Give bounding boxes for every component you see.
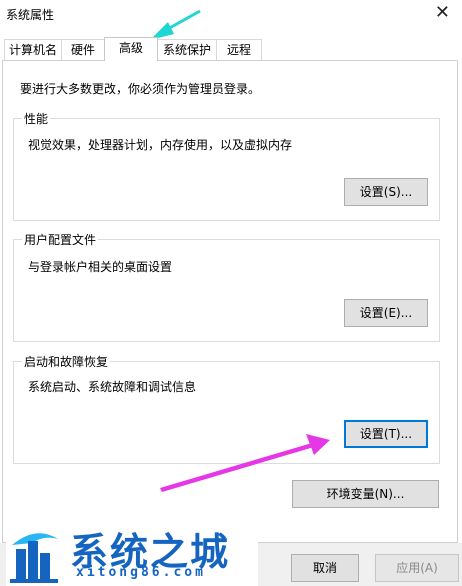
environment-variables-button[interactable]: 环境变量(N)... (292, 480, 439, 508)
performance-desc: 视觉效果，处理器计划，内存使用，以及虚拟内存 (28, 138, 293, 152)
watermark-url: xitong86.com (76, 565, 206, 580)
tab-remote[interactable]: 远程 (216, 39, 262, 60)
close-icon[interactable]: ✕ (435, 2, 450, 24)
user-profiles-desc: 与登录帐户相关的桌面设置 (28, 260, 173, 274)
tab-strip: 计算机名 硬件 高级 系统保护 远程 (0, 37, 462, 61)
tab-system-protection[interactable]: 系统保护 (157, 39, 217, 60)
tab-hardware[interactable]: 硬件 (61, 39, 105, 60)
apply-button[interactable]: 应用(A) (375, 554, 459, 582)
tab-advanced[interactable]: 高级 (104, 37, 158, 61)
city-logo-icon (10, 533, 58, 583)
startup-recovery-group (13, 361, 440, 464)
startup-recovery-desc: 系统启动、系统故障和调试信息 (28, 380, 197, 394)
cancel-button[interactable]: 取消 (291, 554, 359, 582)
watermark-logo: 系统之城 xitong86.com (6, 515, 258, 586)
tab-computer-name[interactable]: 计算机名 (4, 39, 62, 60)
user-profiles-legend: 用户配置文件 (22, 231, 99, 248)
title-bar: 系统属性 ✕ (0, 0, 462, 30)
performance-legend: 性能 (22, 110, 51, 127)
performance-settings-button[interactable]: 设置(S)... (344, 178, 428, 206)
startup-recovery-legend: 启动和故障恢复 (22, 353, 111, 370)
user-profiles-settings-button[interactable]: 设置(E)... (344, 299, 428, 327)
window-title: 系统属性 (6, 8, 55, 22)
startup-recovery-settings-button[interactable]: 设置(T)... (344, 420, 428, 448)
admin-notice: 要进行大多数更改，你必须作为管理员登录。 (20, 82, 261, 96)
